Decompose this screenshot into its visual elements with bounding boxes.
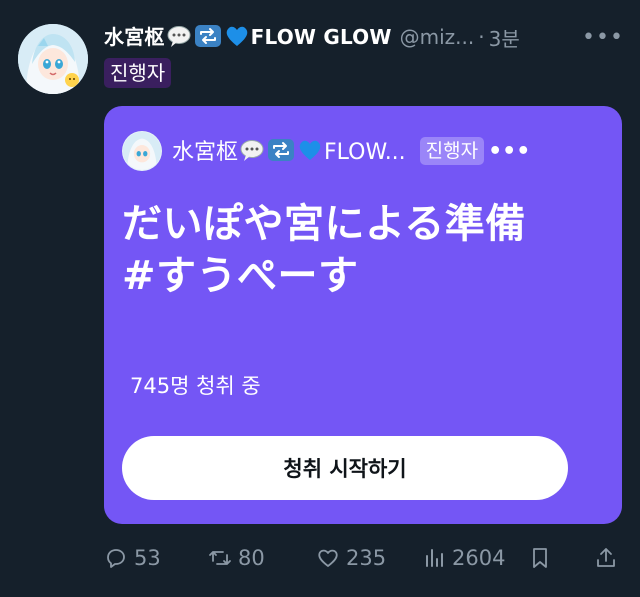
tweet-actions: 53 80 235 2604 — [104, 540, 624, 576]
bookmark-icon — [533, 548, 547, 568]
start-listening-button[interactable]: 청취 시작하기 — [122, 436, 568, 500]
repeat-icon — [194, 24, 222, 53]
host-badge: 진행자 — [104, 58, 172, 88]
space-more-icon[interactable]: ••• — [488, 139, 530, 164]
blue-heart-icon — [297, 138, 323, 168]
share-icon — [597, 548, 615, 567]
share-button[interactable] — [594, 540, 618, 576]
bar-chart-icon — [426, 549, 443, 567]
speech-balloon-icon — [239, 138, 265, 168]
space-host-name-text: 水宮枢 — [172, 140, 239, 165]
tweet: 水宮枢 FLOW GLOW @miz... · 3분 ••• 진행자 水宮枢 FLO… — [0, 0, 640, 597]
speech-balloon-icon — [166, 24, 192, 53]
repeat-icon — [267, 138, 295, 168]
views-button[interactable]: 2604 — [422, 540, 505, 576]
retweet-button[interactable]: 80 — [208, 540, 265, 576]
display-name[interactable]: 水宮枢 FLOW GLOW — [104, 21, 392, 53]
reply-icon — [107, 549, 125, 568]
avatar-image — [18, 24, 88, 94]
like-button[interactable]: 235 — [316, 540, 386, 576]
retweet-icon — [209, 551, 231, 565]
space-card-header: 水宮枢 FLOW... 진행자 ••• — [122, 131, 530, 171]
space-title-line1: だいぽや宮による準備 — [122, 201, 526, 247]
display-name-suffix: FLOW GLOW — [250, 25, 392, 49]
handle[interactable]: @miz... — [400, 25, 475, 49]
space-host-avatar — [122, 131, 162, 171]
blue-heart-icon — [224, 24, 250, 53]
listener-count: 745명 청취 중 — [130, 374, 261, 398]
more-options-icon[interactable]: ••• — [582, 24, 623, 50]
timestamp[interactable]: 3분 — [489, 23, 520, 52]
display-name-text: 水宮枢 — [104, 25, 165, 49]
space-card[interactable]: 水宮枢 FLOW... 진행자 ••• だいぽや宮による準備 #すうぺーす 745… — [104, 106, 622, 524]
bookmark-button[interactable] — [528, 540, 552, 576]
space-host-badge: 진행자 — [419, 137, 485, 165]
view-count: 2604 — [452, 546, 506, 570]
space-title-line2: #すうぺーす — [122, 253, 359, 299]
tweet-header: 水宮枢 FLOW GLOW @miz... · 3분 — [104, 22, 520, 52]
space-host-name-suffix: FLOW... — [324, 140, 406, 165]
like-count: 235 — [346, 546, 387, 570]
retweet-count: 80 — [238, 546, 265, 570]
reply-button[interactable]: 53 — [104, 540, 161, 576]
space-host-name: 水宮枢 FLOW... — [172, 134, 406, 168]
reply-count: 53 — [134, 546, 161, 570]
avatar[interactable] — [18, 24, 88, 94]
space-title: だいぽや宮による準備 #すうぺーす — [122, 198, 592, 302]
separator-dot: · — [478, 25, 485, 49]
heart-icon — [318, 549, 338, 567]
